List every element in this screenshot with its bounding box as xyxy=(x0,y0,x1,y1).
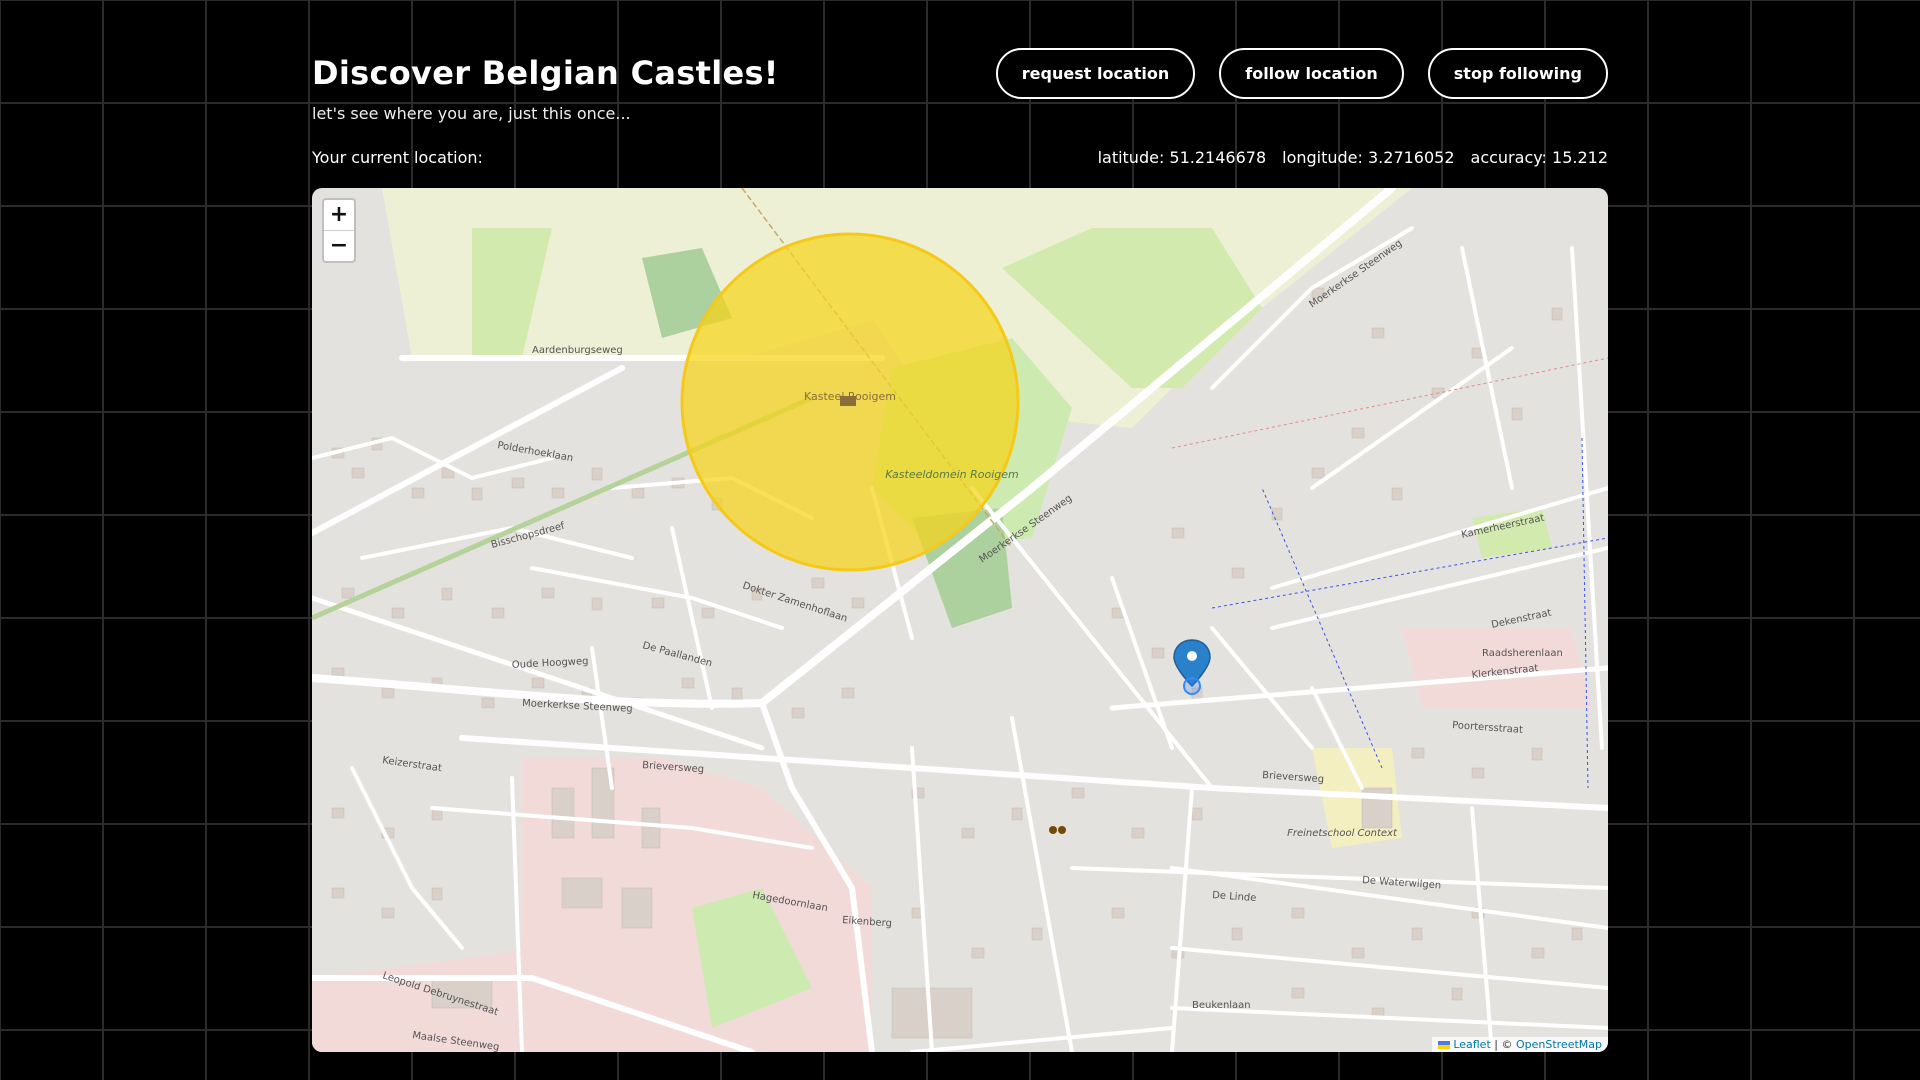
page-title: Discover Belgian Castles! xyxy=(312,54,779,92)
request-location-button[interactable]: request location xyxy=(995,48,1196,99)
latitude-value: latitude: 51.2146678 xyxy=(1097,148,1267,167)
street-label: De Linde xyxy=(1212,890,1257,904)
street-label: De Paallanden xyxy=(641,640,713,669)
street-label: Poortersstraat xyxy=(1452,720,1524,736)
zoom-control: + − xyxy=(322,198,356,263)
zoom-in-button[interactable]: + xyxy=(324,200,354,230)
street-label: Dekenstraat xyxy=(1490,607,1552,630)
street-label: Keizerstraat xyxy=(382,755,443,774)
street-label: Aardenburgseweg xyxy=(532,345,623,356)
follow-location-button[interactable]: follow location xyxy=(1219,48,1404,99)
street-label: Brieversweg xyxy=(1262,770,1325,785)
castle-icon[interactable] xyxy=(840,396,856,406)
page-container: Discover Belgian Castles! let's see wher… xyxy=(312,0,1608,1080)
zoom-out-button[interactable]: − xyxy=(324,230,354,261)
location-marker-icon[interactable] xyxy=(1173,639,1211,695)
button-row: request location follow location stop fo… xyxy=(995,48,1608,99)
school-label: Freinetschool Context xyxy=(1287,828,1398,839)
osm-link[interactable]: OpenStreetMap xyxy=(1516,1038,1602,1051)
street-label: Raadsherenlaan xyxy=(1482,648,1563,659)
binoculars-icon[interactable] xyxy=(1049,826,1066,834)
leaflet-link[interactable]: Leaflet xyxy=(1453,1038,1490,1051)
map-view[interactable]: Aardenburgseweg Polderhoeklaan Bisschops… xyxy=(312,188,1608,1052)
location-values: latitude: 51.2146678 longitude: 3.271605… xyxy=(1098,148,1608,167)
map-attribution: Leaflet | © OpenStreetMap xyxy=(1432,1037,1608,1052)
accuracy-value: accuracy: 15.212 xyxy=(1470,148,1608,167)
location-row: Your current location: latitude: 51.2146… xyxy=(312,148,1608,167)
street-label: Beukenlaan xyxy=(1192,1000,1251,1011)
location-label: Your current location: xyxy=(312,148,483,167)
domain-label: Kasteeldomein Rooigem xyxy=(885,468,1019,481)
street-label: De Waterwilgen xyxy=(1362,875,1442,891)
map-tiles[interactable]: Aardenburgseweg Polderhoeklaan Bisschops… xyxy=(312,188,1608,1052)
street-label: Oude Hoogweg xyxy=(512,656,589,671)
stop-following-button[interactable]: stop following xyxy=(1427,48,1608,99)
longitude-value: longitude: 3.2716052 xyxy=(1282,148,1455,167)
attribution-separator: | © xyxy=(1490,1038,1516,1051)
ukraine-flag-icon xyxy=(1438,1041,1451,1049)
page-subtitle: let's see where you are, just this once.… xyxy=(312,104,631,123)
